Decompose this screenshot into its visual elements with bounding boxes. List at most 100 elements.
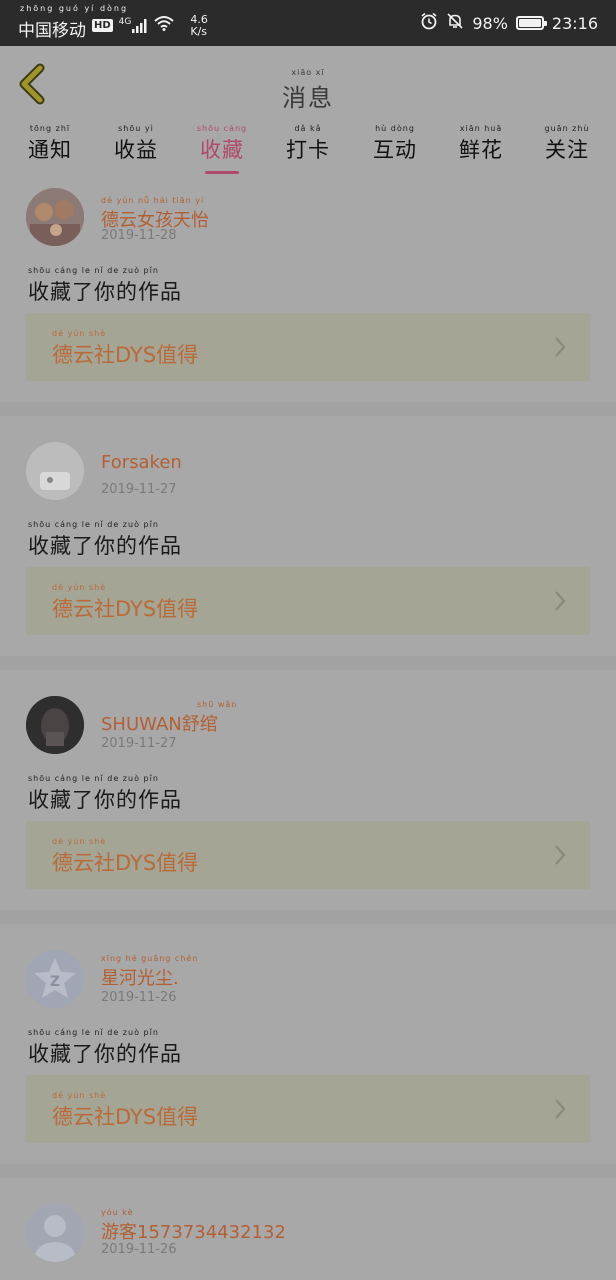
action-pinyin: shōu cáng le nǐ de zuò pǐn (28, 1028, 159, 1037)
header: xiāo xī 消息 (0, 46, 616, 122)
list-item: shū wǎn SHUWAN舒绾 2019-11-27 shōu cáng le… (0, 670, 616, 908)
status-bar: zhōng guó yí dòng 中国移动 HD 4G 4.6 K/s 98%… (0, 0, 616, 46)
avatar[interactable] (26, 696, 84, 754)
user-name[interactable]: yóu kè 游客1573734432132 (101, 1208, 286, 1244)
list-item: Z xīng hé guāng chén 星河光尘. 2019-11-26 sh… (0, 924, 616, 1162)
work-title-text: 德云社DYS值得 (52, 851, 199, 875)
work-link[interactable]: dé yún shè 德云社DYS值得 (26, 1075, 590, 1143)
action-label: 收藏了你的作品 (28, 534, 182, 558)
chevron-right-icon (555, 845, 566, 865)
tab-following[interactable]: guān zhù 关注 (527, 124, 607, 164)
page-title: xiāo xī 消息 (0, 68, 616, 113)
user-name-text: 星河光尘. (101, 968, 179, 989)
tab-pinyin: shōu cáng (196, 124, 248, 133)
tab-label: 鲜花 (459, 138, 503, 162)
tab-pinyin: hù dòng (375, 124, 415, 133)
user-name-pinyin: yóu kè (101, 1208, 134, 1217)
active-tab-indicator (205, 171, 239, 174)
tab-label: 收藏 (200, 138, 244, 162)
speed-value: 4.6 (190, 12, 208, 26)
work-link[interactable]: dé yún shè 德云社DYS值得 (26, 313, 590, 381)
user-name-text: Forsaken (101, 452, 182, 473)
mute-icon (446, 12, 464, 34)
chevron-right-icon (555, 337, 566, 357)
action-pinyin: shōu cáng le nǐ de zuò pǐn (28, 520, 159, 529)
tab-notice[interactable]: tōng zhī 通知 (10, 124, 90, 164)
battery-percent: 98% (472, 13, 508, 33)
tab-interaction[interactable]: hù dòng 互动 (355, 124, 435, 164)
speed-unit: K/s (190, 24, 208, 38)
battery-icon (515, 16, 547, 30)
tab-bar: tōng zhī 通知 shōu yì 收益 shōu cáng 收藏 dǎ k… (0, 124, 616, 176)
user-name[interactable]: xīng hé guāng chén 星河光尘. (101, 954, 198, 990)
avatar[interactable] (26, 1204, 84, 1262)
action-label: 收藏了你的作品 (28, 1042, 182, 1066)
carrier: zhōng guó yí dòng 中国移动 (18, 4, 126, 41)
list-item: dé yún nǚ hái tiān yí 德云女孩天怡 2019-11-28 … (0, 180, 616, 418)
date: 2019-11-28 (101, 228, 177, 243)
chevron-right-icon (555, 591, 566, 611)
network-speed: 4.6 K/s (190, 12, 208, 38)
signal-icon: 4G (118, 16, 149, 33)
user-name[interactable]: dé yún nǚ hái tiān yí 德云女孩天怡 (101, 196, 209, 232)
user-name-pinyin: xīng hé guāng chén (101, 954, 199, 963)
divider (0, 402, 616, 416)
tab-label: 收益 (114, 138, 158, 162)
work-pinyin: dé yún shè (52, 583, 107, 592)
tab-label: 互动 (373, 138, 417, 162)
tab-pinyin: xiān huā (459, 124, 503, 133)
user-name[interactable]: shū wǎn SHUWAN舒绾 (101, 700, 237, 736)
svg-text:Z: Z (50, 974, 60, 990)
tab-pinyin: dǎ kǎ (294, 124, 322, 133)
carrier-pinyin: zhōng guó yí dòng (20, 4, 129, 13)
work-title: dé yún shè 德云社DYS值得 (52, 837, 198, 877)
avatar[interactable] (26, 442, 84, 500)
action-pinyin: shōu cáng le nǐ de zuò pǐn (28, 266, 159, 275)
work-pinyin: dé yún shè (52, 837, 107, 846)
wifi-icon (154, 15, 175, 36)
action-label: 收藏了你的作品 (28, 280, 182, 304)
title-pinyin: xiāo xī (291, 68, 325, 77)
tab-label: 打卡 (286, 138, 330, 162)
network-type: 4G (118, 16, 132, 27)
list-item: Forsaken 2019-11-27 shōu cáng le nǐ de z… (0, 416, 616, 654)
tab-checkin[interactable]: dǎ kǎ 打卡 (268, 124, 348, 164)
user-name-text: 游客1573734432132 (101, 1222, 286, 1243)
date: 2019-11-26 (101, 990, 177, 1005)
chevron-right-icon (555, 1099, 566, 1119)
work-pinyin: dé yún shè (52, 329, 107, 338)
date: 2019-11-26 (101, 1242, 177, 1257)
date: 2019-11-27 (101, 482, 177, 497)
user-name[interactable]: Forsaken (101, 452, 182, 473)
work-title: dé yún shè 德云社DYS值得 (52, 329, 198, 369)
action-text: shōu cáng le nǐ de zuò pǐn 收藏了你的作品 (28, 520, 182, 560)
action-text: shōu cáng le nǐ de zuò pǐn 收藏了你的作品 (28, 1028, 182, 1068)
tab-pinyin: guān zhù (544, 124, 590, 133)
action-text: shōu cáng le nǐ de zuò pǐn 收藏了你的作品 (28, 266, 182, 306)
work-link[interactable]: dé yún shè 德云社DYS值得 (26, 821, 590, 889)
list-item: yóu kè 游客1573734432132 2019-11-26 (0, 1178, 616, 1280)
work-title: dé yún shè 德云社DYS值得 (52, 583, 198, 623)
clock: 23:16 (551, 13, 598, 33)
divider (0, 656, 616, 670)
avatar[interactable] (26, 188, 84, 246)
work-title-text: 德云社DYS值得 (52, 1105, 199, 1129)
tab-favorites[interactable]: shōu cáng 收藏 (182, 124, 262, 164)
work-link[interactable]: dé yún shè 德云社DYS值得 (26, 567, 590, 635)
user-name-pinyin: dé yún nǚ hái tiān yí (101, 196, 205, 205)
hd-badge: HD (92, 19, 113, 32)
action-text: shōu cáng le nǐ de zuò pǐn 收藏了你的作品 (28, 774, 182, 814)
tab-pinyin: shōu yì (118, 124, 154, 133)
divider (0, 1164, 616, 1178)
work-title: dé yún shè 德云社DYS值得 (52, 1091, 198, 1131)
work-title-text: 德云社DYS值得 (52, 597, 199, 621)
alarm-icon (420, 12, 438, 34)
tab-flowers[interactable]: xiān huā 鲜花 (441, 124, 521, 164)
carrier-name: 中国移动 (18, 21, 86, 41)
avatar[interactable]: Z (26, 950, 84, 1008)
work-pinyin: dé yún shè (52, 1091, 107, 1100)
date: 2019-11-27 (101, 736, 177, 751)
action-label: 收藏了你的作品 (28, 788, 182, 812)
tab-earnings[interactable]: shōu yì 收益 (96, 124, 176, 164)
title-text: 消息 (282, 84, 334, 112)
